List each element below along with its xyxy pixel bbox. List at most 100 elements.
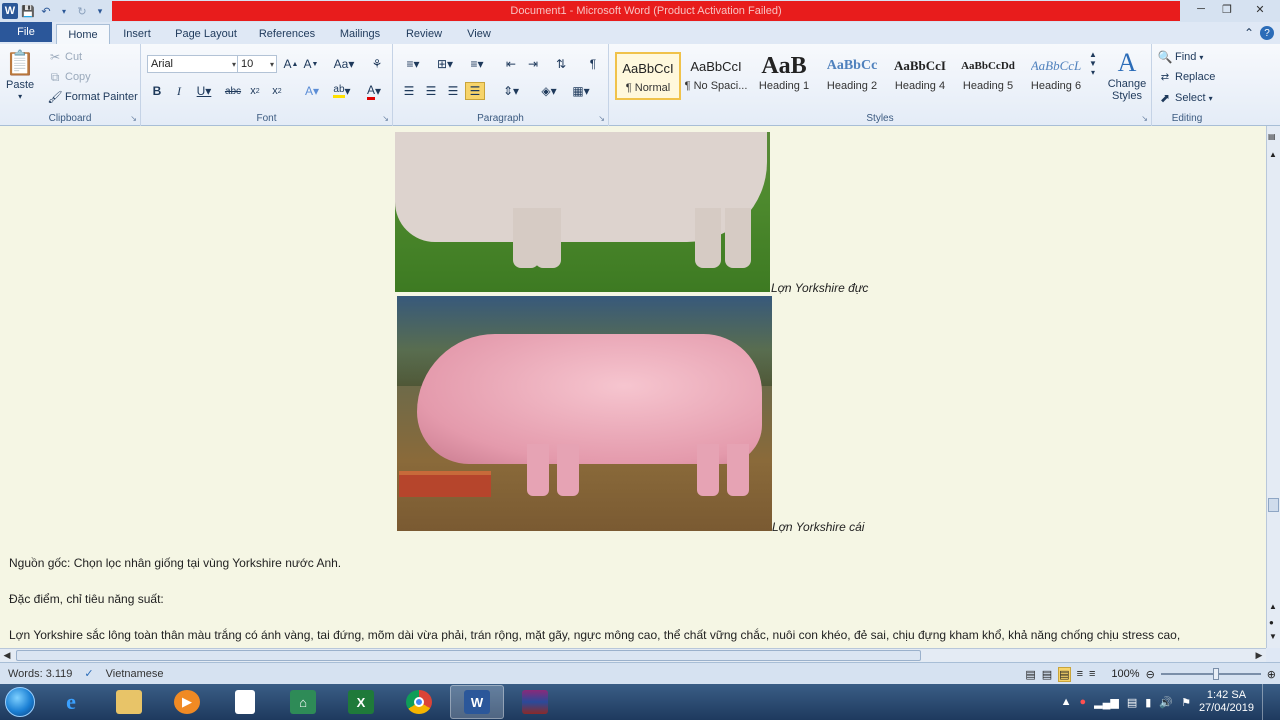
ruler-toggle-icon[interactable]: ▤ [1268, 132, 1276, 141]
action-center-icon[interactable]: ⚑ [1181, 696, 1191, 709]
tab-mailings[interactable]: Mailings [330, 24, 390, 44]
vertical-scrollbar[interactable]: ▤ ▲ ▲ ● ▼ [1266, 126, 1280, 648]
taskbar-excel[interactable]: X [334, 685, 388, 719]
taskbar-media-player[interactable]: ▶ [160, 685, 214, 719]
volume-icon[interactable]: 🔊 [1159, 696, 1173, 709]
customize-qat-icon[interactable]: ▾ [92, 3, 108, 19]
align-center-icon[interactable]: ☰ [421, 82, 441, 100]
language-indicator[interactable]: Vietnamese [98, 668, 172, 680]
tab-file[interactable]: File [0, 22, 52, 42]
style-heading-1[interactable]: AaB Heading 1 [751, 52, 817, 100]
taskbar-blank-document[interactable] [218, 685, 272, 719]
style-no-spacing[interactable]: AaBbCcI ¶ No Spaci... [683, 52, 749, 100]
text-effects-icon[interactable]: A▾ [299, 82, 325, 100]
increase-indent-icon[interactable]: ⇥ [523, 55, 543, 73]
view-full-screen-icon[interactable]: ▤ [1025, 668, 1035, 681]
styles-scroll[interactable]: ▲ ▼ ▾ [1089, 50, 1097, 77]
align-right-icon[interactable]: ☰ [443, 82, 463, 100]
view-outline-icon[interactable]: ≡ [1077, 668, 1083, 680]
taskbar-chrome[interactable] [392, 685, 446, 719]
borders-icon[interactable]: ▦▾ [567, 82, 595, 100]
find-button[interactable]: 🔍 Find ▾ [1158, 50, 1204, 64]
tab-view[interactable]: View [458, 24, 500, 44]
strikethrough-icon[interactable]: abc [223, 82, 243, 100]
style-heading-5[interactable]: AaBbCcDd Heading 5 [955, 52, 1021, 100]
underline-icon[interactable]: U▾ [191, 82, 217, 100]
cut-button[interactable]: ✂ Cut [48, 50, 82, 64]
close-icon[interactable]: ✕ [1240, 0, 1280, 18]
style-heading-4[interactable]: AaBbCcI Heading 4 [887, 52, 953, 100]
clear-formatting-icon[interactable]: ⚘ [367, 55, 387, 73]
tab-home[interactable]: Home [56, 24, 110, 44]
taskbar-ie[interactable]: e [44, 685, 98, 719]
scroll-down-icon[interactable]: ▼ [1089, 59, 1097, 68]
replace-button[interactable]: ⇄ Replace [1158, 70, 1216, 84]
show-hidden-icons-icon[interactable]: ▲ [1061, 696, 1072, 708]
yorkshire-boar-image[interactable] [395, 132, 770, 292]
scroll-up-icon[interactable]: ▲ [1269, 150, 1277, 159]
horizontal-scroll-thumb[interactable] [16, 650, 921, 661]
copy-button[interactable]: ⧉ Copy [48, 70, 91, 84]
save-icon[interactable]: 💾 [20, 3, 36, 19]
scroll-right-icon[interactable]: ▶ [1252, 649, 1266, 662]
undo-dropdown-icon[interactable]: ▾ [56, 3, 72, 19]
clipboard-launcher-icon[interactable]: ↘ [130, 114, 137, 123]
taskbar-explorer[interactable] [102, 685, 156, 719]
style-normal[interactable]: AaBbCcI ¶ Normal [615, 52, 681, 100]
network-icon[interactable]: ▤ [1127, 696, 1137, 709]
minimize-ribbon-icon[interactable]: ⌃ [1242, 26, 1256, 40]
bold-icon[interactable]: B [147, 82, 167, 100]
font-size-combo[interactable]: 10 ▾ [237, 55, 277, 73]
tab-page-layout[interactable]: Page Layout [168, 24, 244, 44]
vertical-scroll-thumb[interactable] [1268, 498, 1279, 512]
line-spacing-icon[interactable]: ⇕▾ [497, 82, 525, 100]
browse-object-icon[interactable]: ● [1269, 618, 1274, 627]
subscript-icon[interactable]: x2 [245, 82, 265, 100]
taskbar-app[interactable]: ⌂ [276, 685, 330, 719]
horizontal-scrollbar[interactable]: ◀ ▶ [0, 648, 1266, 662]
yorkshire-sow-image[interactable] [397, 296, 772, 531]
clock[interactable]: 1:42 SA 27/04/2019 [1199, 689, 1254, 715]
view-web-layout-icon[interactable]: ▤ [1058, 666, 1071, 682]
highlight-icon[interactable]: ab ▾ [329, 82, 355, 100]
show-desktop-button[interactable] [1262, 684, 1272, 720]
more-styles-icon[interactable]: ▾ [1091, 68, 1095, 77]
paste-button[interactable]: 📋 Paste ▾ [5, 48, 35, 102]
view-reading-icon[interactable]: ▤ [1042, 668, 1052, 681]
next-page-icon[interactable]: ▼ [1269, 632, 1277, 641]
previous-page-icon[interactable]: ▲ [1269, 602, 1277, 611]
sort-icon[interactable]: ⇅ [551, 55, 571, 73]
tab-review[interactable]: Review [398, 24, 450, 44]
numbering-icon[interactable]: ⊞▾ [431, 55, 459, 73]
zoom-level[interactable]: 100% [1111, 668, 1139, 680]
proofing-icon[interactable]: ✓ [80, 667, 97, 680]
align-left-icon[interactable]: ☰ [399, 82, 419, 100]
shading-icon[interactable]: ◈▾ [535, 82, 563, 100]
style-heading-2[interactable]: AaBbCc Heading 2 [819, 52, 885, 100]
undo-icon[interactable]: ↶ [38, 3, 54, 19]
help-icon[interactable]: ? [1260, 26, 1274, 40]
justify-icon[interactable]: ☰ [465, 82, 485, 100]
zoom-slider-knob[interactable] [1212, 668, 1219, 680]
decrease-indent-icon[interactable]: ⇤ [501, 55, 521, 73]
tab-insert[interactable]: Insert [114, 24, 160, 44]
shrink-font-icon[interactable]: A ▼ [301, 55, 321, 73]
change-styles-button[interactable]: A Change Styles [1105, 48, 1149, 102]
pilcrow-icon[interactable]: ¶ [583, 55, 603, 73]
style-heading-6[interactable]: AaBbCcL Heading 6 [1023, 52, 1089, 100]
signal-icon[interactable]: ▂▄▆ [1094, 696, 1119, 709]
restore-icon[interactable]: ❐ [1214, 0, 1240, 18]
change-case-icon[interactable]: Aa▾ [331, 55, 357, 73]
grow-font-icon[interactable]: A ▲ [281, 55, 301, 73]
zoom-in-icon[interactable]: ⊕ [1267, 668, 1276, 681]
zoom-slider[interactable] [1160, 668, 1261, 680]
battery-icon[interactable]: ▮ [1145, 696, 1151, 709]
select-button[interactable]: ⬈ Select ▾ [1158, 91, 1213, 105]
document-page[interactable]: Lợn Yorkshire đực Lợn Yorkshire cái Nguồ… [0, 126, 1266, 648]
taskbar-word[interactable]: W [450, 685, 504, 719]
font-launcher-icon[interactable]: ↘ [382, 114, 389, 123]
multilevel-list-icon[interactable]: ≡▾ [463, 55, 491, 73]
scroll-left-icon[interactable]: ◀ [0, 649, 14, 662]
redo-icon[interactable]: ↻ [74, 3, 90, 19]
word-count[interactable]: Words: 3.119 [0, 668, 80, 680]
